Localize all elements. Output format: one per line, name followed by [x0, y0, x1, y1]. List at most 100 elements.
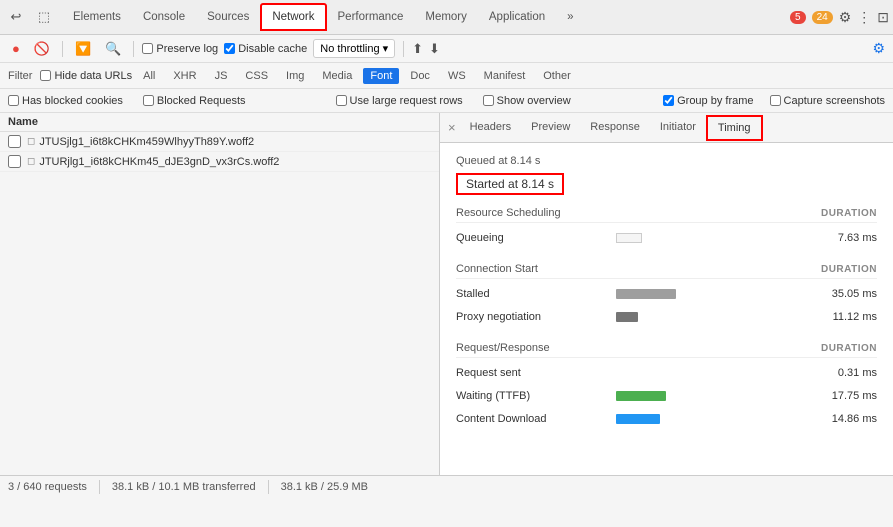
tab-application[interactable]: Application: [478, 4, 556, 30]
group-by-frame-label[interactable]: Group by frame: [663, 95, 753, 107]
content-download-bar: [616, 414, 660, 424]
large-rows-label[interactable]: Use large request rows: [336, 95, 463, 107]
resource-scheduling-header: Resource Scheduling DURATION: [456, 207, 877, 223]
tab-more[interactable]: »: [556, 4, 584, 30]
stalled-bar-area: [616, 289, 797, 299]
tab-response[interactable]: Response: [580, 116, 650, 140]
settings-icon[interactable]: ⚙: [839, 9, 852, 26]
filter-icon[interactable]: 🔽: [71, 39, 95, 59]
tab-memory[interactable]: Memory: [414, 4, 478, 30]
show-overview-label[interactable]: Show overview: [483, 95, 571, 107]
queueing-value: 7.63 ms: [797, 232, 877, 244]
connection-start-title: Connection Start: [456, 263, 538, 275]
capture-screenshots-text: Capture screenshots: [784, 95, 886, 107]
tab-network[interactable]: Network: [260, 3, 326, 31]
tab-performance[interactable]: Performance: [327, 4, 415, 30]
filter-label: Filter: [8, 70, 32, 82]
export-icon[interactable]: ⬇: [429, 41, 440, 57]
filter-font[interactable]: Font: [363, 68, 399, 84]
search-icon[interactable]: 🔍: [101, 39, 125, 59]
filter-doc[interactable]: Doc: [403, 68, 437, 84]
request-response-header: Request/Response DURATION: [456, 342, 877, 358]
capture-screenshots-label[interactable]: Capture screenshots: [770, 95, 886, 107]
timing-meta: Queued at 8.14 s Started at 8.14 s: [456, 155, 877, 195]
blocked-requests-label[interactable]: Blocked Requests: [143, 95, 246, 107]
cursor-icon[interactable]: ⬚: [32, 5, 56, 29]
name-column-header: Name: [8, 116, 38, 128]
group-by-frame-checkbox[interactable]: [663, 95, 674, 106]
filter-xhr[interactable]: XHR: [166, 68, 203, 84]
file-icon-2: ◻: [27, 156, 35, 167]
tab-preview[interactable]: Preview: [521, 116, 580, 140]
more-options-icon[interactable]: ⋮: [857, 9, 871, 26]
hide-data-urls-label[interactable]: Hide data URLs: [40, 70, 132, 82]
network-settings-icon[interactable]: ⚙: [872, 40, 885, 57]
queueing-row: Queueing 7.63 ms: [456, 229, 877, 247]
file-checkbox-1[interactable]: [8, 135, 21, 148]
preserve-log-text: Preserve log: [156, 43, 218, 55]
file-list-header: Name: [0, 113, 439, 132]
filter-manifest[interactable]: Manifest: [477, 68, 533, 84]
large-rows-checkbox[interactable]: [336, 95, 347, 106]
detail-tabs: × Headers Preview Response Initiator Tim…: [440, 113, 893, 143]
tab-headers[interactable]: Headers: [460, 116, 522, 140]
throttling-dropdown[interactable]: No throttling ▾: [313, 39, 395, 58]
hide-data-urls-checkbox[interactable]: [40, 70, 51, 81]
list-item[interactable]: ◻ JTUSjlg1_i6t8kCHKm459WlhyyTh89Y.woff2: [0, 132, 439, 152]
proxy-row: Proxy negotiation 11.12 ms: [456, 308, 877, 326]
options-left: Has blocked cookies Blocked Requests: [8, 95, 320, 107]
detail-close-button[interactable]: ×: [444, 120, 460, 135]
devtools-tabs: ↩ ⬚ Elements Console Sources Network Per…: [0, 0, 893, 35]
blocked-cookies-text: Has blocked cookies: [22, 95, 123, 107]
toolbar-divider-2: [133, 41, 134, 57]
show-overview-text: Show overview: [497, 95, 571, 107]
proxy-bar-area: [616, 312, 797, 322]
disable-cache-label[interactable]: Disable cache: [224, 43, 307, 55]
undock-icon[interactable]: ⊡: [877, 9, 889, 26]
preserve-log-label[interactable]: Preserve log: [142, 43, 218, 55]
tab-timing[interactable]: Timing: [706, 115, 763, 141]
file-icon-1: ◻: [27, 136, 35, 147]
hide-data-urls-text: Hide data URLs: [54, 70, 132, 82]
preserve-log-checkbox[interactable]: [142, 43, 153, 54]
options-right-group: Use large request rows Show overview: [336, 95, 648, 107]
record-button[interactable]: ●: [8, 39, 24, 58]
queueing-label: Queueing: [456, 232, 616, 244]
filter-media[interactable]: Media: [315, 68, 359, 84]
show-overview-checkbox[interactable]: [483, 95, 494, 106]
filter-css[interactable]: CSS: [238, 68, 275, 84]
capture-screenshots-checkbox[interactable]: [770, 95, 781, 106]
disable-cache-checkbox[interactable]: [224, 43, 235, 54]
filter-ws[interactable]: WS: [441, 68, 473, 84]
filter-all[interactable]: All: [136, 68, 162, 84]
resources-status: 38.1 kB / 25.9 MB: [281, 481, 368, 493]
tab-initiator[interactable]: Initiator: [650, 116, 706, 140]
queued-text: Queued at 8.14 s: [456, 155, 877, 167]
ttfb-value: 17.75 ms: [797, 390, 877, 402]
filter-img[interactable]: Img: [279, 68, 311, 84]
back-icon[interactable]: ↩: [4, 5, 28, 29]
ttfb-bar: [616, 391, 666, 401]
started-text: Started at 8.14 s: [456, 173, 564, 195]
filter-other[interactable]: Other: [536, 68, 578, 84]
import-icon[interactable]: ⬆: [412, 41, 423, 57]
clear-button[interactable]: 🚫: [30, 39, 54, 59]
error-badge: 5: [790, 11, 806, 24]
tab-sources[interactable]: Sources: [196, 4, 260, 30]
blocked-requests-checkbox[interactable]: [143, 95, 154, 106]
request-sent-row: Request sent 0.31 ms: [456, 364, 877, 382]
filter-js[interactable]: JS: [208, 68, 235, 84]
connection-start-header: Connection Start DURATION: [456, 263, 877, 279]
chevron-down-icon: ▾: [383, 42, 389, 55]
blocked-cookies-checkbox[interactable]: [8, 95, 19, 106]
list-item[interactable]: ◻ JTURjlg1_i6t8kCHKm45_dJE3gnD_vx3rCs.wo…: [0, 152, 439, 172]
tab-console[interactable]: Console: [132, 4, 196, 30]
file-checkbox-2[interactable]: [8, 155, 21, 168]
blocked-cookies-label[interactable]: Has blocked cookies: [8, 95, 123, 107]
tab-elements[interactable]: Elements: [62, 4, 132, 30]
proxy-bar: [616, 312, 638, 322]
requests-status: 3 / 640 requests: [8, 481, 87, 493]
connection-start-duration-label: DURATION: [821, 264, 877, 275]
file-list: Name ◻ JTUSjlg1_i6t8kCHKm459WlhyyTh89Y.w…: [0, 113, 440, 475]
transferred-status: 38.1 kB / 10.1 MB transferred: [112, 481, 256, 493]
